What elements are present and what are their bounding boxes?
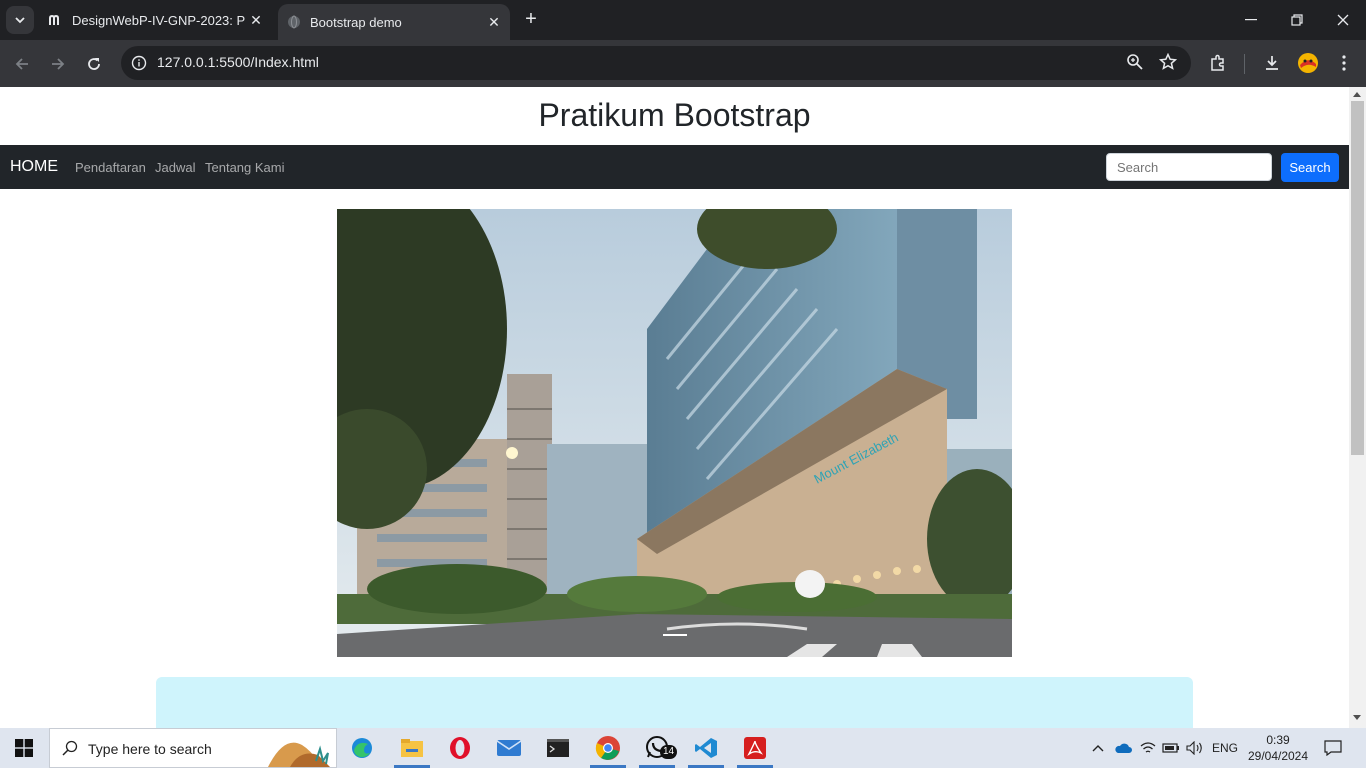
search-icon	[62, 740, 78, 761]
forward-arrow-icon[interactable]	[44, 50, 72, 78]
toolbar-divider	[1244, 54, 1245, 74]
whatsapp-unread-badge: 14	[660, 745, 678, 759]
close-window-icon[interactable]	[1320, 0, 1366, 40]
address-bar[interactable]: 127.0.0.1:5500/Index.html	[121, 46, 1191, 80]
browser-tab-strip: DesignWebP-IV-GNP-2023: Prak ✕ Bootstrap…	[0, 0, 1366, 40]
download-icon[interactable]	[1260, 51, 1284, 75]
chrome-app-icon[interactable]	[586, 728, 630, 768]
moodle-favicon-icon	[48, 12, 64, 28]
nav-link-jadwal[interactable]: Jadwal	[155, 160, 195, 175]
carousel-slide-image[interactable]: Mount Elizabeth	[337, 209, 1012, 657]
zoom-icon[interactable]	[1126, 53, 1144, 76]
web-page: Pratikum Bootstrap HOME Pendaftaran Jadw…	[0, 87, 1349, 728]
tab-title: Bootstrap demo	[310, 14, 402, 30]
opera-app-icon[interactable]	[438, 728, 482, 768]
scrollbar-thumb[interactable]	[1351, 101, 1364, 455]
vscode-app-icon[interactable]	[684, 728, 728, 768]
close-tab-icon[interactable]: ✕	[484, 14, 504, 31]
system-clock[interactable]: 0:39 29/04/2024	[1244, 732, 1312, 764]
minimize-icon[interactable]	[1228, 0, 1274, 40]
page-title: Pratikum Bootstrap	[538, 97, 811, 133]
extensions-puzzle-icon[interactable]	[1206, 51, 1230, 75]
globe-favicon-icon	[286, 14, 302, 30]
network-wifi-icon[interactable]	[1140, 728, 1156, 768]
windows-taskbar: Type here to search 14 ENG 0:39 29/04/20…	[0, 728, 1366, 768]
search-button[interactable]: Search	[1281, 153, 1339, 182]
bookmark-star-icon[interactable]	[1158, 52, 1178, 76]
whatsapp-app-icon[interactable]: 14	[635, 728, 679, 768]
windows-start-icon[interactable]	[0, 728, 48, 768]
onedrive-cloud-icon[interactable]	[1114, 728, 1132, 768]
navbar-brand-home[interactable]: HOME	[10, 158, 58, 176]
volume-speaker-icon[interactable]	[1186, 728, 1204, 768]
file-explorer-icon[interactable]	[390, 728, 434, 768]
battery-icon[interactable]	[1162, 728, 1180, 768]
show-hidden-icons-chevron-icon[interactable]	[1091, 728, 1105, 768]
notification-center-icon[interactable]	[1324, 728, 1342, 768]
search-input[interactable]	[1106, 153, 1272, 181]
info-alert-box	[156, 677, 1193, 728]
reload-icon[interactable]	[80, 50, 108, 78]
mail-app-icon[interactable]	[487, 728, 531, 768]
chevron-down-icon	[15, 17, 25, 24]
new-tab-plus-icon[interactable]: +	[520, 8, 542, 30]
menu-dots-icon[interactable]	[1332, 51, 1356, 75]
edge-app-icon[interactable]	[340, 728, 384, 768]
browser-toolbar: 127.0.0.1:5500/Index.html	[0, 40, 1366, 87]
carousel-indicator-active[interactable]	[663, 634, 687, 636]
nav-link-pendaftaran[interactable]: Pendaftaran	[75, 160, 146, 175]
tab-designwebp[interactable]: DesignWebP-IV-GNP-2023: Prak ✕	[40, 4, 272, 36]
back-arrow-icon[interactable]	[8, 50, 36, 78]
clock-time: 0:39	[1266, 733, 1290, 747]
tab-title: DesignWebP-IV-GNP-2023: Prak	[72, 12, 246, 28]
clock-date: 29/04/2024	[1247, 749, 1309, 763]
site-info-icon[interactable]	[129, 53, 149, 73]
input-language[interactable]: ENG	[1212, 728, 1238, 768]
url-text: 127.0.0.1:5500/Index.html	[157, 54, 319, 70]
tab-search-button[interactable]	[6, 6, 34, 34]
tab-bootstrap-demo[interactable]: Bootstrap demo ✕	[278, 4, 510, 40]
close-tab-icon[interactable]: ✕	[246, 12, 266, 29]
search-highlight-desert-icon	[260, 731, 336, 772]
scroll-up-arrow-icon[interactable]	[1353, 92, 1361, 97]
navbar: HOME Pendaftaran Jadwal Tentang Kami Sea…	[0, 145, 1349, 189]
nav-link-tentang-kami[interactable]: Tentang Kami	[205, 160, 285, 175]
scroll-down-arrow-icon[interactable]	[1353, 715, 1361, 720]
restore-icon[interactable]	[1274, 0, 1320, 40]
acrobat-app-icon[interactable]	[733, 728, 777, 768]
taskbar-search-box[interactable]: Type here to search	[49, 728, 337, 768]
page-scrollbar[interactable]	[1349, 87, 1366, 728]
taskbar-search-placeholder: Type here to search	[88, 741, 212, 757]
hospital-building-photo: Mount Elizabeth	[337, 209, 1012, 657]
profile-avatar-icon[interactable]	[1296, 51, 1320, 75]
terminal-app-icon[interactable]	[536, 728, 580, 768]
